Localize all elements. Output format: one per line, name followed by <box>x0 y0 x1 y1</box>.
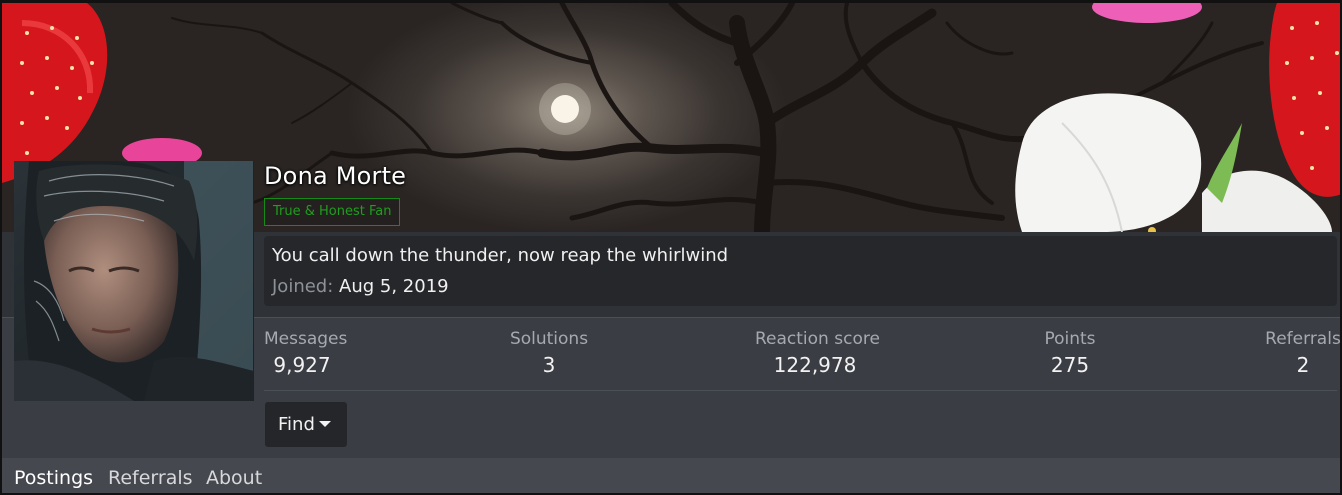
stat-value: 275 <box>1050 353 1090 377</box>
stat-value: 3 <box>542 353 556 377</box>
tab-about[interactable]: About <box>206 467 262 489</box>
find-menu-button[interactable]: Find <box>265 402 347 447</box>
custom-status-text: You call down the thunder, now reap the … <box>272 245 729 266</box>
stat-value: 9,927 <box>273 353 331 377</box>
stat-solutions: Solutions 3 <box>509 329 589 377</box>
joined-label: Joined: <box>272 276 334 297</box>
profile-header: Dona Morte True & Honest Fan You call do… <box>0 0 1342 495</box>
username[interactable]: Dona Morte <box>264 162 406 190</box>
stat-value: 2 <box>1296 353 1310 377</box>
stat-referrals[interactable]: Referrals 2 <box>1265 329 1341 377</box>
tab-referrals[interactable]: Referrals <box>108 467 193 489</box>
stat-messages[interactable]: Messages 9,927 <box>264 329 348 377</box>
stat-label: Reaction score <box>755 329 880 349</box>
stats-divider <box>264 390 1337 391</box>
user-title-badge: True & Honest Fan <box>264 198 401 226</box>
stat-label: Messages <box>264 329 348 349</box>
stat-label: Points <box>1044 329 1096 349</box>
caret-down-icon <box>318 421 331 427</box>
profile-tabs: Postings Referrals About <box>2 458 1340 493</box>
about-box: You call down the thunder, now reap the … <box>264 236 1337 306</box>
stat-value: 122,978 <box>773 353 857 377</box>
stat-label: Solutions <box>509 329 589 349</box>
stat-points[interactable]: Points 275 <box>1040 329 1100 377</box>
joined-row: Joined: Aug 5, 2019 <box>272 276 449 297</box>
stat-label: Referrals <box>1265 329 1341 349</box>
stat-reaction-score[interactable]: Reaction score 122,978 <box>755 329 880 377</box>
joined-date: Aug 5, 2019 <box>339 276 449 297</box>
avatar[interactable] <box>14 161 254 401</box>
find-button-label: Find <box>278 414 315 435</box>
tab-postings[interactable]: Postings <box>14 467 93 489</box>
